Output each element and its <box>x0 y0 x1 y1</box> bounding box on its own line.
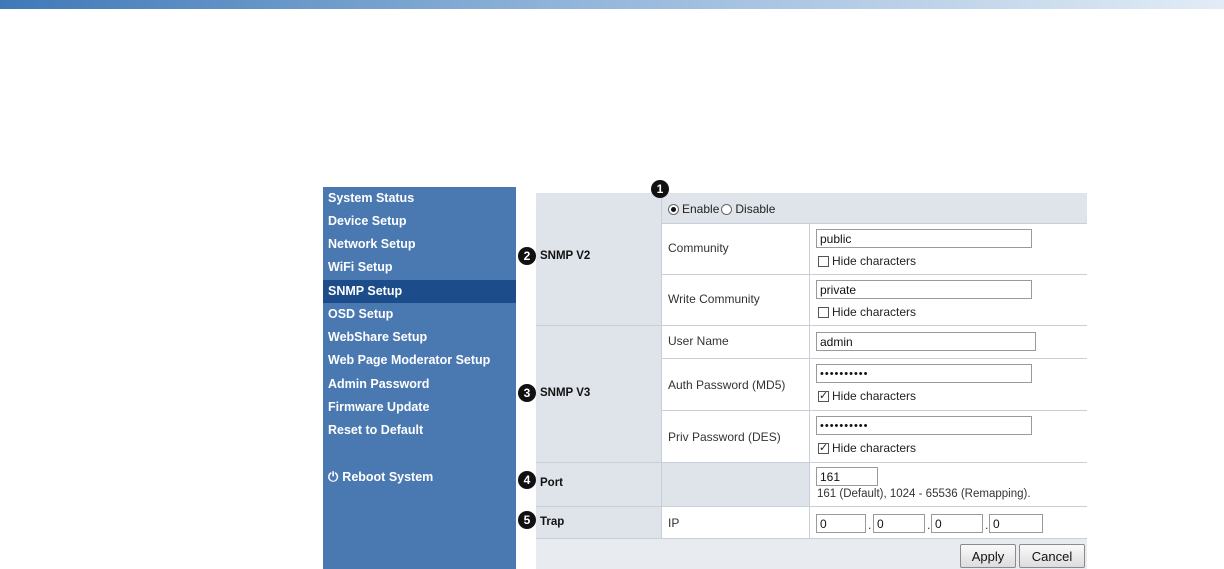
sidebar-item-snmp-setup[interactable]: SNMP Setup <box>323 280 516 303</box>
auth-hide-checkbox[interactable]: ✓ <box>818 390 829 402</box>
sidebar-nav: System Status Device Setup Network Setup… <box>323 187 516 569</box>
trap-ip-octet-3[interactable] <box>931 514 983 533</box>
priv-hide-checkbox-row: ✓ Hide characters <box>818 441 916 455</box>
write-community-label: Write Community <box>668 292 760 306</box>
write-community-hide-checkbox[interactable] <box>818 306 829 318</box>
hide-characters-label: Hide characters <box>832 305 917 319</box>
power-icon: ⏻ <box>328 469 339 484</box>
disable-label: Disable <box>735 202 776 216</box>
community-label: Community <box>668 241 729 255</box>
trap-ip-label: IP <box>668 516 680 530</box>
sidebar-item-web-page-moderator-setup[interactable]: Web Page Moderator Setup <box>323 349 516 372</box>
snmp-v3-label: SNMP V3 <box>540 387 591 399</box>
divider <box>661 223 1087 224</box>
cancel-button[interactable]: Cancel <box>1019 544 1085 568</box>
write-community-hide-checkbox-row: Hide characters <box>818 305 916 319</box>
priv-hide-checkbox[interactable]: ✓ <box>818 442 829 454</box>
auth-hide-checkbox-row: ✓ Hide characters <box>818 389 916 403</box>
snmp-v2-enable-radio-group: Enable Disable <box>668 202 775 216</box>
reboot-label: Reboot System <box>342 470 434 484</box>
community-hide-checkbox-row: Hide characters <box>818 254 916 268</box>
disable-radio[interactable] <box>721 203 733 215</box>
divider <box>661 274 1087 275</box>
divider <box>661 358 1087 359</box>
snmp-v2-label: SNMP V2 <box>540 250 591 262</box>
ip-separator: . <box>985 518 989 532</box>
divider <box>536 325 1087 326</box>
divider <box>809 223 810 538</box>
sidebar-item-system-status[interactable]: System Status <box>323 187 516 210</box>
port-input[interactable] <box>816 467 878 486</box>
write-community-input[interactable] <box>816 280 1032 299</box>
top-gradient-bar <box>0 0 1224 9</box>
hide-characters-label: Hide characters <box>832 441 917 455</box>
reboot-system-link[interactable]: ⏻ Reboot System <box>328 469 433 485</box>
trap-ip-octet-1[interactable] <box>816 514 866 533</box>
priv-password-input[interactable] <box>816 416 1032 435</box>
community-hide-checkbox[interactable] <box>818 255 829 267</box>
callout-badge-4: 4 <box>518 471 536 489</box>
user-name-input[interactable] <box>816 332 1036 351</box>
community-input[interactable] <box>816 229 1032 248</box>
trap-label: Trap <box>540 516 565 528</box>
divider <box>536 506 1087 507</box>
user-name-label: User Name <box>668 334 729 348</box>
sidebar-item-webshare-setup[interactable]: WebShare Setup <box>323 326 516 349</box>
sidebar-item-reset-to-default[interactable]: Reset to Default <box>323 419 516 442</box>
divider <box>536 462 1087 463</box>
callout-badge-2: 2 <box>518 247 536 265</box>
enable-label: Enable <box>682 202 720 216</box>
trap-ip-octet-4[interactable] <box>989 514 1043 533</box>
hide-characters-label: Hide characters <box>832 389 917 403</box>
port-hint: 161 (Default), 1024 - 65536 (Remapping). <box>817 488 1031 500</box>
enable-radio[interactable] <box>668 203 679 215</box>
auth-password-input[interactable] <box>816 364 1032 383</box>
port-row-shade <box>536 462 809 506</box>
port-label: Port <box>540 477 563 489</box>
auth-password-label: Auth Password (MD5) <box>668 378 786 392</box>
ip-separator: . <box>927 518 931 532</box>
sidebar-item-network-setup[interactable]: Network Setup <box>323 233 516 256</box>
divider <box>661 410 1087 411</box>
apply-button[interactable]: Apply <box>960 544 1016 568</box>
sidebar-item-osd-setup[interactable]: OSD Setup <box>323 303 516 326</box>
trap-ip-octet-2[interactable] <box>873 514 925 533</box>
snmp-settings-panel: SNMP V2 SNMP V3 Port Trap Enable Disable… <box>536 193 1087 569</box>
hide-characters-label: Hide characters <box>832 254 917 268</box>
priv-password-label: Priv Password (DES) <box>668 430 781 444</box>
callout-badge-1: 1 <box>651 180 669 198</box>
ip-separator: . <box>868 518 872 532</box>
sidebar-item-firmware-update[interactable]: Firmware Update <box>323 396 516 419</box>
sidebar-item-wifi-setup[interactable]: WiFi Setup <box>323 256 516 279</box>
divider <box>536 538 1087 539</box>
callout-badge-3: 3 <box>518 384 536 402</box>
callout-badge-5: 5 <box>518 511 536 529</box>
sidebar-item-device-setup[interactable]: Device Setup <box>323 210 516 233</box>
divider <box>661 193 662 538</box>
sidebar-item-admin-password[interactable]: Admin Password <box>323 373 516 396</box>
